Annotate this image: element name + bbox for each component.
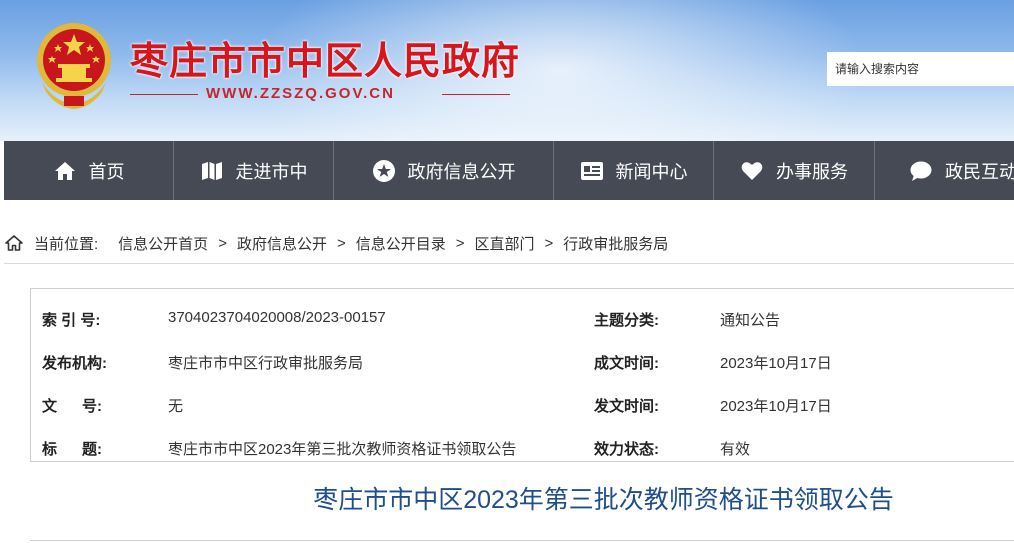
meta-value-title: 枣庄市市中区2023年第三批次教师资格证书领取公告 [168, 441, 517, 458]
meta-value-publisher: 枣庄市市中区行政审批服务局 [168, 355, 364, 372]
breadcrumb-separator: > [218, 234, 227, 252]
meta-label-title: 标 题: [42, 441, 103, 458]
chat-icon [909, 159, 933, 183]
site-domain-row: WWW.ZZSZQ.GOV.CN [130, 84, 510, 106]
meta-value-category: 通知公告 [720, 312, 781, 329]
home-outline-icon [4, 233, 24, 253]
meta-value-created: 2023年10月17日 [720, 355, 832, 372]
domain-rule-right [442, 94, 510, 95]
meta-row-index: 索 引 号: 3704023704020008/2023-00157 主题分类:… [31, 297, 1014, 340]
breadcrumb-lead: 当前位置: [34, 235, 99, 253]
meta-value-status: 有效 [720, 441, 751, 458]
main-nav: 首页 走进市中 政府信息公开 新闻中心 办事服务 政民互动 [4, 141, 1014, 200]
breadcrumb: 当前位置: 信息公开首页 > 政府信息公开 > 信息公开目录 > 区直部门 > … [4, 228, 668, 258]
meta-value-docno: 无 [168, 398, 184, 415]
nav-label: 走进市中 [235, 161, 308, 182]
nav-item-news[interactable]: 新闻中心 [554, 141, 714, 200]
star-icon [372, 159, 396, 183]
nav-label: 办事服务 [776, 161, 848, 182]
nav-label: 政府信息公开 [407, 161, 516, 182]
national-emblem-icon[interactable] [34, 22, 114, 110]
breadcrumb-link-info-catalog[interactable]: 信息公开目录 [356, 233, 446, 254]
meta-value-index: 3704023704020008/2023-00157 [168, 309, 386, 326]
breadcrumb-link-info-home[interactable]: 信息公开首页 [118, 233, 208, 254]
article-title: 枣庄市市中区2023年第三批次教师资格证书领取公告 [313, 486, 894, 514]
newspaper-icon [580, 159, 604, 183]
meta-row-docno: 文 号: 无 发文时间: 2023年10月17日 [31, 383, 1014, 426]
nav-label: 首页 [88, 161, 125, 182]
search-input[interactable] [827, 52, 1014, 86]
breadcrumb-link-admin-bureau[interactable]: 行政审批服务局 [563, 233, 668, 254]
nav-item-home[interactable]: 首页 [4, 141, 174, 200]
breadcrumb-separator: > [455, 234, 465, 252]
nav-item-services[interactable]: 办事服务 [714, 141, 875, 200]
site-header: 枣庄市市中区人民政府 WWW.ZZSZQ.GOV.CN [0, 0, 1014, 141]
nav-item-interaction[interactable]: 政民互动 [875, 141, 1014, 200]
meta-label-docno: 文 号: [42, 398, 103, 415]
heart-icon [740, 159, 764, 183]
domain-rule-left [130, 94, 198, 95]
meta-row-title: 标 题: 枣庄市市中区2023年第三批次教师资格证书领取公告 效力状态: 有效 [31, 426, 1014, 469]
meta-value-issued: 2023年10月17日 [720, 398, 832, 415]
meta-label-created: 成文时间: [594, 355, 659, 372]
nav-label: 政民互动 [945, 161, 1014, 182]
article-title-divider [30, 540, 1014, 541]
meta-label-publisher: 发布机构: [42, 355, 107, 372]
meta-label-status: 效力状态: [594, 441, 659, 458]
breadcrumb-separator: > [544, 234, 554, 252]
document-meta-table: 索 引 号: 3704023704020008/2023-00157 主题分类:… [30, 288, 1014, 462]
breadcrumb-divider [4, 263, 1014, 264]
breadcrumb-link-departments[interactable]: 区直部门 [475, 233, 535, 254]
nav-label: 新闻中心 [615, 161, 688, 182]
map-icon [200, 159, 224, 183]
meta-label-category: 主题分类: [594, 312, 659, 329]
nav-item-gov-info[interactable]: 政府信息公开 [334, 141, 554, 200]
nav-item-about[interactable]: 走进市中 [174, 141, 334, 200]
meta-label-issued: 发文时间: [594, 398, 659, 415]
breadcrumb-link-gov-info[interactable]: 政府信息公开 [237, 233, 327, 254]
site-domain: WWW.ZZSZQ.GOV.CN [206, 85, 395, 102]
meta-row-publisher: 发布机构: 枣庄市市中区行政审批服务局 成文时间: 2023年10月17日 [31, 340, 1014, 383]
site-title[interactable]: 枣庄市市中区人民政府 [130, 30, 520, 85]
home-icon [53, 159, 77, 183]
meta-label-index: 索 引 号: [42, 312, 101, 329]
breadcrumb-separator: > [336, 234, 346, 252]
